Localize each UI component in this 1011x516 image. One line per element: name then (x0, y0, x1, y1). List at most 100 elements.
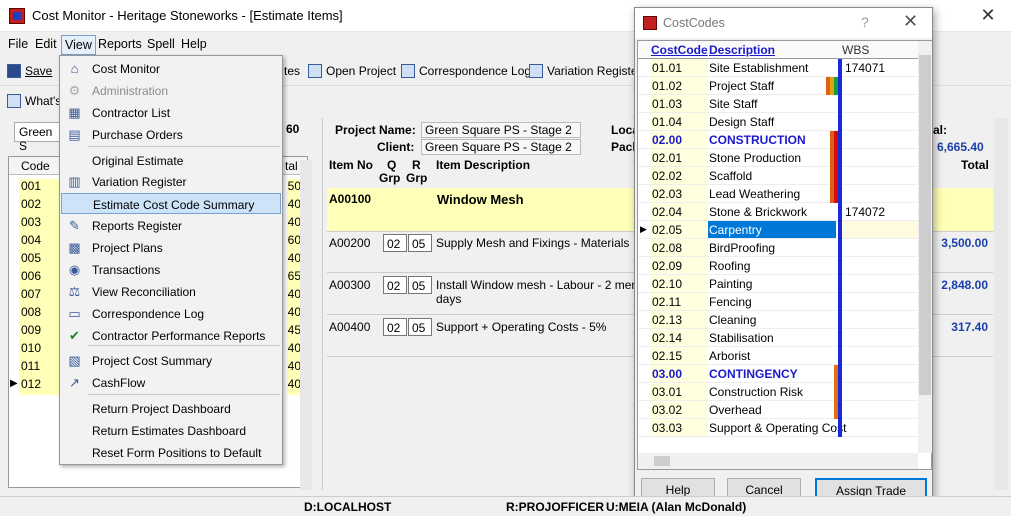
costcodes-close-button[interactable]: ✕ (903, 11, 918, 32)
q-grp-field[interactable]: 02 (383, 276, 407, 294)
costcode-row[interactable]: 03.02 Overhead (638, 401, 918, 419)
costcode-row[interactable]: 01.01 Site Establishment 174071 (638, 59, 918, 77)
view-menu-item[interactable]: ↗ CashFlow (61, 372, 281, 393)
total-column-header[interactable]: tal (285, 159, 298, 173)
window-close-button[interactable]: ✕ (965, 0, 1011, 32)
trade-color-bar (838, 77, 842, 95)
view-menu-item[interactable]: ◉ Transactions (61, 259, 281, 280)
costcode-column-header[interactable]: CostCode (651, 43, 708, 57)
costcode-row[interactable]: 02.01 Stone Production (638, 149, 918, 167)
costcode-row[interactable]: 02.08 BirdProofing (638, 239, 918, 257)
open-project-button[interactable]: Open Project (308, 64, 396, 78)
view-menu-item[interactable]: ✎ Reports Register (61, 215, 281, 236)
costcode-cell: 02.13 (650, 311, 708, 328)
costcodes-vertical-scrollbar[interactable] (918, 41, 932, 453)
save-button[interactable]: Save (7, 64, 52, 78)
costcodes-title-bar: CostCodes ? ✕ (635, 8, 932, 38)
costcodes-horizontal-scrollbar[interactable] (638, 453, 918, 469)
costcode-cell: 01.02 (650, 77, 708, 94)
menu-item-label: Return Project Dashboard (92, 402, 231, 416)
total-header[interactable]: Total (961, 158, 989, 172)
costcode-row[interactable]: 03.00 CONTINGENCY (638, 365, 918, 383)
costcode-description: Site Establishment (709, 61, 809, 75)
view-menu-item[interactable]: ⌂ Cost Monitor (61, 58, 281, 79)
view-menu-item[interactable]: ▤ Purchase Orders (61, 124, 281, 145)
costcode-description: Site Staff (709, 97, 758, 111)
help-question-button[interactable]: ? (861, 14, 869, 30)
r-grp-field[interactable]: 05 (408, 234, 432, 252)
costcode-row[interactable]: 02.03 Lead Weathering (638, 185, 918, 203)
r-grp-field[interactable]: 05 (408, 276, 432, 294)
checkmark-icon: ✔ (69, 328, 80, 343)
r-grp-field[interactable]: 05 (408, 318, 432, 336)
menu-item-label: Contractor Performance Reports (92, 329, 266, 343)
costcode-row[interactable]: 03.01 Construction Risk (638, 383, 918, 401)
costcode-row[interactable]: 02.10 Painting (638, 275, 918, 293)
wbs-column-header[interactable]: WBS (842, 43, 869, 57)
variation-register-button[interactable]: Variation Register (529, 64, 642, 78)
horizontal-scroll-thumb[interactable] (654, 456, 670, 466)
view-menu-item[interactable]: Reset Form Positions to Default (61, 442, 281, 463)
administration-icon: ⚙ (68, 83, 81, 98)
r-header[interactable]: R (412, 158, 421, 172)
item-description[interactable]: Support + Operating Costs - 5% (436, 320, 606, 334)
right-scrollbar[interactable] (994, 118, 1008, 490)
costcode-row[interactable]: 02.09 Roofing (638, 257, 918, 275)
costcode-row[interactable]: 02.15 Arborist (638, 347, 918, 365)
left-scrollbar[interactable] (300, 160, 312, 490)
project-name-field: Green Square PS - Stage 2 (421, 122, 581, 138)
costcode-description: Fencing (709, 295, 752, 309)
item-description-header[interactable]: Item Description (436, 158, 530, 172)
correspondence-log-button[interactable]: Correspondence Log (401, 64, 531, 78)
view-menu-item[interactable]: Return Estimates Dashboard (61, 420, 281, 441)
view-menu-item[interactable]: ▩ Project Plans (61, 237, 281, 258)
estimates-button-stub[interactable]: tes (284, 64, 300, 78)
costcode-row[interactable]: 02.13 Cleaning (638, 311, 918, 329)
view-menu-item[interactable]: ▥ Variation Register (61, 171, 281, 192)
vertical-scroll-thumb[interactable] (919, 55, 931, 395)
costcode-row[interactable]: 01.03 Site Staff (638, 95, 918, 113)
menu-item-label: Project Cost Summary (92, 354, 213, 368)
section-code: A00100 (329, 192, 372, 206)
q-header[interactable]: Q (387, 158, 396, 172)
total-value: 6,665.40 (937, 140, 984, 154)
item-description[interactable]: Supply Mesh and Fixings - Materials (436, 236, 629, 250)
menu-view[interactable]: View (61, 35, 96, 55)
costcode-row[interactable]: 03.03 Support & Operating Cost (638, 419, 918, 437)
costcode-row[interactable]: 01.04 Design Staff (638, 113, 918, 131)
costcodes-app-icon (643, 16, 657, 30)
costcode-row[interactable]: 01.02 Project Staff (638, 77, 918, 95)
item-no-header[interactable]: Item No (329, 158, 373, 172)
whats-this-button[interactable]: What's (7, 94, 61, 108)
menu-reports[interactable]: Reports (98, 37, 142, 51)
costcode-cell: 02.00 (650, 131, 708, 148)
q-grp-field[interactable]: 02 (383, 234, 407, 252)
description-column-header[interactable]: Description (709, 43, 775, 57)
view-menu-item[interactable]: ✔ Contractor Performance Reports (61, 325, 281, 346)
item-description[interactable]: Install Window mesh - Labour - 2 men x 2 (436, 278, 657, 292)
view-menu-item[interactable]: ▭ Correspondence Log (61, 303, 281, 324)
costcode-row[interactable]: 02.14 Stabilisation (638, 329, 918, 347)
view-menu-item[interactable]: Estimate Cost Code Summary (61, 193, 281, 214)
trade-color-bar (838, 275, 842, 293)
costcode-row[interactable]: ▶ 02.05 Carpentry (638, 221, 918, 239)
menu-file[interactable]: File (8, 37, 28, 51)
menu-help[interactable]: Help (181, 37, 207, 51)
costcode-row[interactable]: 02.04 Stone & Brickwork 174072 (638, 203, 918, 221)
costcode-row[interactable]: 02.02 Scaffold (638, 167, 918, 185)
view-menu-item[interactable]: ▧ Project Cost Summary (61, 350, 281, 371)
costcode-description: Carpentry (709, 223, 762, 237)
item-number: A00200 (329, 236, 371, 250)
view-menu-item[interactable]: Return Project Dashboard (61, 398, 281, 419)
view-menu-item[interactable]: ▦ Contractor List (61, 102, 281, 123)
q-grp-field[interactable]: 02 (383, 318, 407, 336)
view-menu-item[interactable]: Original Estimate (61, 150, 281, 171)
menu-spell[interactable]: Spell (147, 37, 175, 51)
menu-edit[interactable]: Edit (35, 37, 57, 51)
trade-color-bar (838, 401, 842, 419)
view-menu-item[interactable]: ⚖ View Reconciliation (61, 281, 281, 302)
correspondence-icon (401, 64, 415, 78)
costcode-row[interactable]: 02.11 Fencing (638, 293, 918, 311)
code-column-header[interactable]: Code (21, 159, 50, 173)
costcode-row[interactable]: 02.00 CONSTRUCTION (638, 131, 918, 149)
